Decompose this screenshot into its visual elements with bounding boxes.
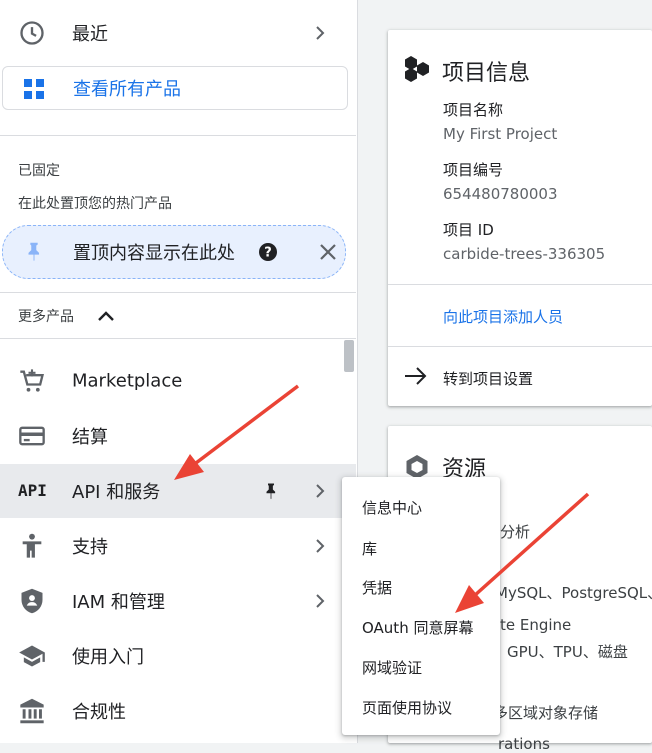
cart-icon: [20, 369, 44, 392]
svg-text:?: ?: [264, 246, 272, 261]
go-to-settings-label: 转到项目设置: [443, 370, 534, 388]
nav-item-iam-admin[interactable]: IAM 和管理: [0, 574, 356, 628]
chevron-right-icon: [316, 26, 325, 40]
graduation-cap-icon: [19, 645, 45, 667]
submenu-item-credentials[interactable]: 凭据: [362, 577, 392, 598]
divider: [0, 135, 356, 136]
pinned-hint: 在此处置顶您的热门产品: [18, 196, 172, 212]
nav-item-label: IAM 和管理: [72, 592, 165, 613]
nav-item-billing[interactable]: 结算: [0, 409, 356, 463]
nav-item-getting-started[interactable]: 使用入门: [0, 629, 356, 683]
card-title: 项目信息: [442, 61, 531, 86]
bank-icon: [20, 698, 44, 724]
divider: [0, 338, 356, 339]
nav-item-support[interactable]: 支持: [0, 519, 356, 573]
submenu-item-domain-verification[interactable]: 网域验证: [362, 657, 422, 678]
resource-text: te Engine: [500, 616, 572, 634]
api-icon: API: [18, 481, 47, 500]
submenu-item-oauth-consent[interactable]: OAuth 同意屏幕: [362, 617, 473, 638]
project-number-label: 项目编号: [443, 161, 504, 179]
go-to-settings-link[interactable]: 转到项目设置: [388, 348, 652, 404]
nav-item-api-services[interactable]: API API 和服务: [0, 464, 356, 518]
divider: [388, 284, 652, 285]
nav-item-label: 合规性: [72, 702, 126, 723]
grid-icon: [24, 79, 44, 99]
divider: [388, 346, 652, 347]
navigation-menu: 最近 查看所有产品 已固定 在此处置顶您的热门产品 置顶内容显示在此处 ? 更多…: [0, 0, 358, 743]
submenu-item-library[interactable]: 库: [362, 538, 377, 559]
resource-text: 多区域对象存储: [493, 704, 599, 722]
nav-item-label: API 和服务: [72, 482, 161, 503]
chevron-right-icon: [316, 539, 325, 553]
chevron-right-icon: [316, 484, 325, 498]
pinned-heading: 已固定: [18, 163, 60, 179]
resource-text: GPU、TPU、磁盘: [507, 643, 628, 661]
nav-item-label: 结算: [72, 427, 108, 448]
project-name-label: 项目名称: [443, 101, 504, 119]
project-info-card: 项目信息 项目名称 My First Project 项目编号 65448078…: [388, 30, 652, 406]
project-number-value: 654480780003: [443, 185, 558, 203]
project-name-value: My First Project: [443, 125, 558, 143]
person-icon: [22, 533, 42, 558]
add-people-link[interactable]: 向此项目添加人员: [443, 306, 563, 327]
view-all-products-button[interactable]: 查看所有产品: [2, 66, 348, 110]
credit-card-icon: [19, 426, 45, 446]
clock-icon: [20, 21, 44, 45]
close-icon[interactable]: [318, 242, 338, 262]
api-services-submenu: 信息中心 库 凭据 OAuth 同意屏幕 网域验证 页面使用协议: [342, 477, 500, 735]
pin-icon: [28, 242, 40, 262]
pin-placeholder-box: 置顶内容显示在此处 ?: [2, 225, 346, 279]
nav-item-label: 支持: [72, 537, 108, 558]
nav-item-label: 最近: [72, 24, 108, 45]
nav-item-marketplace[interactable]: Marketplace: [0, 354, 356, 408]
pin-icon[interactable]: [262, 482, 280, 500]
project-id-value: carbide-trees-336305: [443, 245, 606, 263]
submenu-item-page-usage-agreement[interactable]: 页面使用协议: [362, 697, 452, 718]
hexagons-icon: [405, 56, 429, 82]
resource-text: rations: [498, 735, 550, 753]
view-all-products-label: 查看所有产品: [73, 79, 181, 100]
submenu-item-dashboard[interactable]: 信息中心: [362, 497, 422, 518]
chevron-up-icon: [98, 311, 114, 321]
nav-item-label: Marketplace: [72, 370, 183, 392]
arrow-right-icon: [405, 367, 427, 385]
resource-text: MySQL、PostgreSQL、: [495, 584, 652, 602]
pin-placeholder-label: 置顶内容显示在此处: [73, 243, 235, 264]
more-products-toggle[interactable]: 更多产品: [0, 296, 356, 336]
nav-item-recent[interactable]: 最近: [0, 6, 356, 60]
divider: [0, 292, 356, 293]
nav-item-compliance[interactable]: 合规性: [0, 684, 356, 738]
nav-item-label: 使用入门: [72, 647, 144, 668]
shield-icon: [21, 588, 43, 614]
chevron-right-icon: [316, 594, 325, 608]
help-icon[interactable]: ?: [258, 242, 278, 262]
project-id-label: 项目 ID: [443, 221, 494, 239]
more-products-label: 更多产品: [18, 309, 74, 325]
